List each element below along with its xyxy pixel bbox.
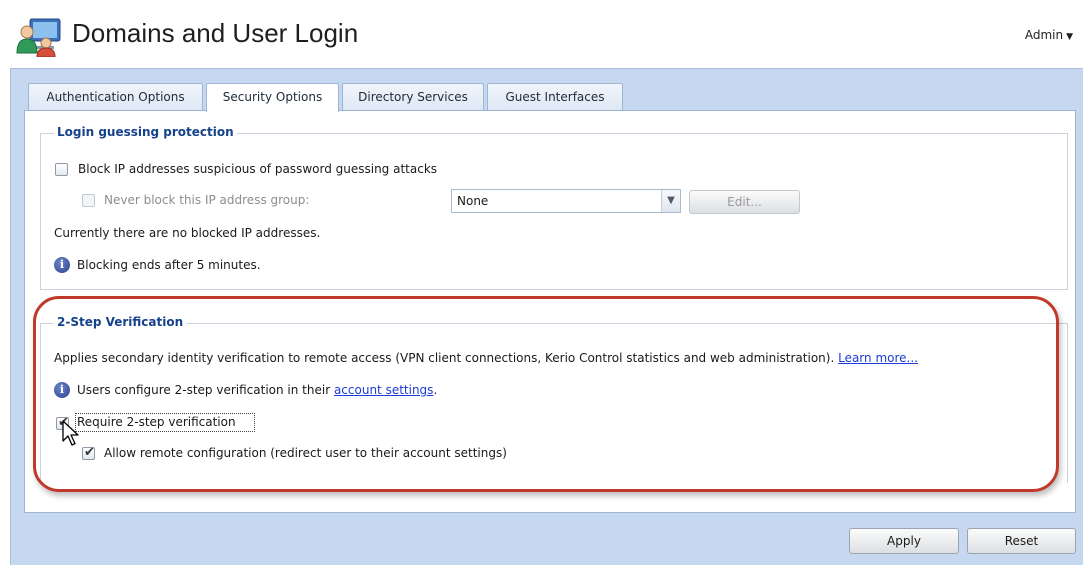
blocking-info-text: Blocking ends after 5 minutes.: [77, 258, 261, 272]
info-icon: i: [54, 382, 70, 398]
user-menu[interactable]: Admin ▼: [1025, 28, 1073, 42]
block-ip-label: Block IP addresses suspicious of passwor…: [78, 162, 438, 176]
never-block-checkbox[interactable]: [82, 194, 95, 207]
account-settings-info-suffix: .: [433, 383, 438, 397]
tab-guest-interfaces[interactable]: Guest Interfaces: [487, 83, 623, 111]
caret-down-icon: ▼: [1066, 32, 1073, 42]
account-settings-info: Users configure 2-step verification in t…: [77, 383, 437, 397]
login-guessing-legend: Login guessing protection: [54, 125, 237, 139]
require-two-step-label: Require 2-step verification: [77, 415, 236, 429]
allow-remote-config-label: Allow remote configuration (redirect use…: [104, 446, 507, 460]
ip-group-value: None: [457, 194, 489, 208]
apply-button[interactable]: Apply: [849, 528, 959, 554]
two-step-description: Applies secondary identity verification …: [54, 351, 918, 365]
users-computer-icon: [16, 18, 61, 57]
chevron-down-icon[interactable]: ▼: [661, 190, 680, 212]
page-header: Domains and User Login Admin ▼: [0, 0, 1083, 68]
user-menu-label: Admin: [1024, 28, 1064, 42]
account-settings-link[interactable]: account settings: [334, 383, 433, 397]
allow-remote-config-checkbox[interactable]: ✔: [82, 445, 95, 460]
edit-ip-group-button[interactable]: Edit...: [689, 190, 800, 214]
mouse-cursor-icon: [62, 420, 79, 446]
two-step-legend: 2-Step Verification: [54, 315, 187, 329]
tab-directory-services[interactable]: Directory Services: [342, 83, 484, 111]
block-ip-checkbox[interactable]: [55, 163, 68, 176]
checkmark-icon: ✔: [84, 445, 95, 460]
reset-button[interactable]: Reset: [967, 528, 1076, 554]
ip-group-select[interactable]: None ▼: [451, 189, 681, 213]
never-block-label: Never block this IP address group:: [104, 193, 310, 207]
info-icon: i: [54, 257, 70, 273]
page-title: Domains and User Login: [72, 18, 359, 48]
account-settings-info-text: Users configure 2-step verification in t…: [77, 383, 331, 397]
tab-security-options[interactable]: Security Options: [206, 83, 339, 112]
learn-more-link[interactable]: Learn more...: [838, 351, 918, 365]
blocked-status-text: Currently there are no blocked IP addres…: [54, 226, 321, 240]
two-step-description-text: Applies secondary identity verification …: [54, 351, 835, 365]
tab-authentication-options[interactable]: Authentication Options: [28, 83, 203, 111]
